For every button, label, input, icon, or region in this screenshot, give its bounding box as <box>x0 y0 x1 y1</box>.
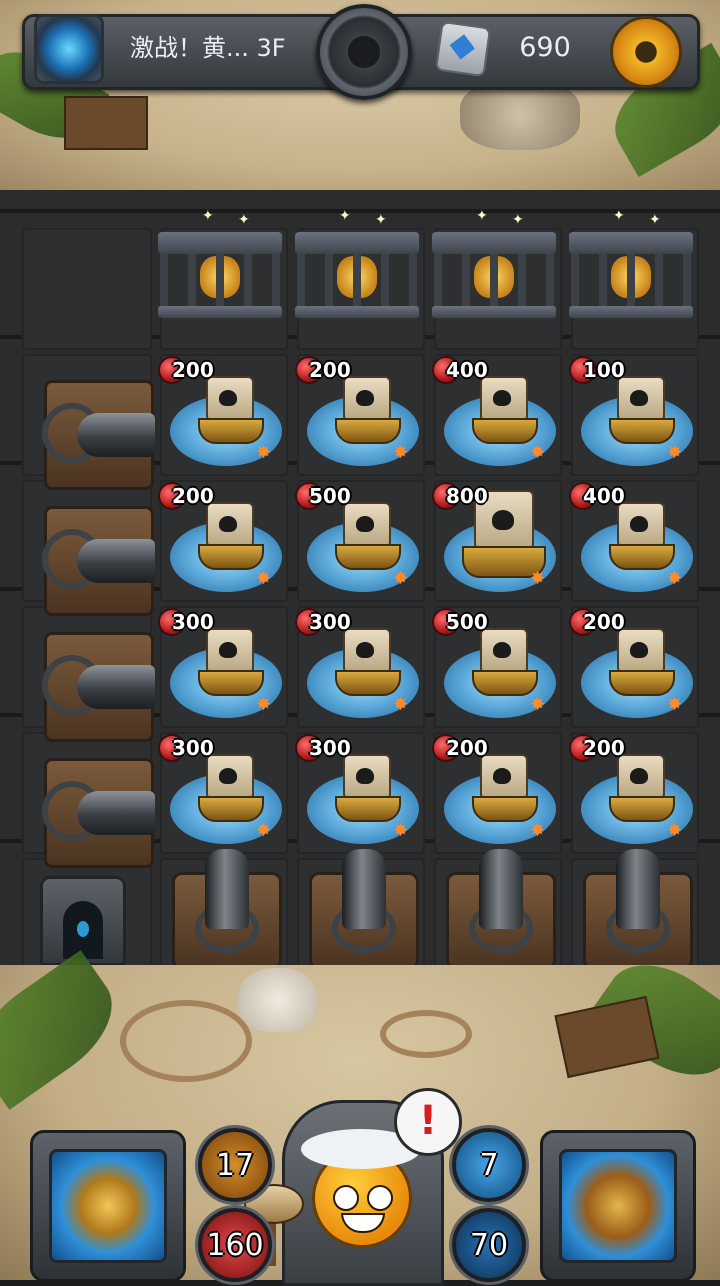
enemy-hp-badge: 500 <box>293 482 355 510</box>
enemy-ship[interactable]: ✸ 200 <box>295 356 421 478</box>
skull-icon <box>356 768 374 784</box>
enemy-ship[interactable]: ✸ 400 <box>569 482 695 604</box>
enemy-ship[interactable]: ✸ 500 <box>295 482 421 604</box>
enemy-hp-badge: 300 <box>156 734 218 762</box>
side-cannon[interactable] <box>42 758 155 868</box>
enemy-hp-value: 500 <box>446 610 488 634</box>
enemy-ship[interactable]: ✸ 200 <box>432 734 558 856</box>
enemy-ship[interactable]: ✸ 800 <box>432 482 558 604</box>
skull-icon <box>219 516 237 532</box>
enemy-hp-value: 300 <box>172 736 214 760</box>
enemy-hp-value: 200 <box>309 358 351 382</box>
enemy-hp-badge: 200 <box>156 356 218 384</box>
skull-rock-decoration <box>460 80 580 150</box>
skull-icon <box>630 768 648 784</box>
enemy-ship[interactable]: ✸ 300 <box>158 608 284 730</box>
skull-icon <box>493 768 511 784</box>
enemy-ship[interactable]: ✸ 300 <box>295 608 421 730</box>
enemy-hp-badge: 400 <box>430 356 492 384</box>
attack-stat: 17 <box>198 1128 272 1202</box>
side-cannon[interactable] <box>42 380 155 490</box>
enemy-hp-value: 200 <box>583 610 625 634</box>
skull-icon <box>492 510 514 530</box>
enemy-hp-badge: 200 <box>156 482 218 510</box>
enemy-hp-badge: 300 <box>293 608 355 636</box>
enemy-hp-badge: 200 <box>567 608 629 636</box>
exit-door[interactable] <box>40 876 126 966</box>
enemy-hp-value: 200 <box>172 358 214 382</box>
side-cannon[interactable] <box>42 506 155 616</box>
enemy-hp-value: 300 <box>309 610 351 634</box>
bottom-cannon[interactable] <box>446 849 556 970</box>
bottom-cannon[interactable] <box>309 849 419 970</box>
treasure-cage[interactable]: ✦ ✦ <box>432 198 556 322</box>
skull-icon <box>219 768 237 784</box>
enemy-ship[interactable]: ✸ 400 <box>432 356 558 478</box>
treasure-cage[interactable]: ✦ ✦ <box>569 198 693 322</box>
crate-decoration <box>64 96 148 150</box>
skull-icon <box>219 390 237 406</box>
enemy-ship[interactable]: ✸ 300 <box>295 734 421 856</box>
spellbook-button[interactable] <box>540 1130 696 1282</box>
enemy-hp-value: 300 <box>309 736 351 760</box>
enemy-hp-value: 500 <box>309 484 351 508</box>
enemy-hp-badge: 300 <box>293 734 355 762</box>
hp-stat: 160 <box>198 1208 272 1282</box>
enemy-ship[interactable]: ✸ 200 <box>569 608 695 730</box>
enemy-hp-value: 200 <box>446 736 488 760</box>
palm-leaf-decoration <box>0 950 133 1110</box>
enemy-ship[interactable]: ✸ 300 <box>158 734 284 856</box>
skull-icon <box>219 642 237 658</box>
rope-decoration <box>120 1000 252 1082</box>
enemy-hp-badge: 200 <box>293 356 355 384</box>
skull-icon <box>630 516 648 532</box>
gem-icon <box>434 20 492 78</box>
rope-decoration <box>380 1010 472 1058</box>
skull-decoration <box>238 968 318 1032</box>
enemy-hp-value: 400 <box>583 484 625 508</box>
side-cannon[interactable] <box>42 632 155 742</box>
stage-title: 激战！黄... 3F <box>130 34 286 62</box>
bomb-dial-icon[interactable] <box>316 4 412 100</box>
skull-icon <box>630 390 648 406</box>
skull-icon <box>356 516 374 532</box>
enemy-hp-value: 800 <box>446 484 488 508</box>
skull-icon <box>493 390 511 406</box>
equipment-button[interactable] <box>30 1130 186 1282</box>
enemy-hp-badge: 800 <box>430 482 492 510</box>
enemy-ship[interactable]: ✸ 500 <box>432 608 558 730</box>
enemy-hp-value: 200 <box>172 484 214 508</box>
portal-icon[interactable] <box>34 14 104 84</box>
enemy-ship[interactable]: ✸ 200 <box>158 482 284 604</box>
crate-decoration <box>554 995 660 1079</box>
enemy-hp-badge: 100 <box>567 356 629 384</box>
treasure-cage[interactable]: ✦ ✦ <box>295 198 419 322</box>
enemy-ship[interactable]: ✸ 200 <box>569 734 695 856</box>
enemy-hp-badge: 200 <box>567 734 629 762</box>
skull-icon <box>356 642 374 658</box>
mana-stat: 7 <box>452 1128 526 1202</box>
enemy-hp-badge: 400 <box>567 482 629 510</box>
enemy-hp-value: 300 <box>172 610 214 634</box>
skull-icon <box>630 642 648 658</box>
bottom-cannon[interactable] <box>172 849 282 970</box>
enemy-hp-value: 200 <box>583 736 625 760</box>
enemy-ship[interactable]: ✸ 200 <box>158 356 284 478</box>
enemy-hp-value: 100 <box>583 358 625 382</box>
alert-bubble[interactable]: ! <box>394 1088 462 1156</box>
gem-count: 690 <box>519 32 571 63</box>
treasure-cage[interactable]: ✦ ✦ <box>158 198 282 322</box>
defense-stat: 70 <box>452 1208 526 1282</box>
board-cell <box>22 228 152 350</box>
skull-icon <box>493 642 511 658</box>
enemy-hp-badge: 500 <box>430 608 492 636</box>
gear-icon[interactable] <box>610 16 682 88</box>
enemy-hp-badge: 300 <box>156 608 218 636</box>
enemy-hp-value: 400 <box>446 358 488 382</box>
hero-avatar[interactable] <box>301 1129 421 1248</box>
skull-icon <box>356 390 374 406</box>
bottom-cannon[interactable] <box>583 849 693 970</box>
enemy-ship[interactable]: ✸ 100 <box>569 356 695 478</box>
enemy-hp-badge: 200 <box>430 734 492 762</box>
